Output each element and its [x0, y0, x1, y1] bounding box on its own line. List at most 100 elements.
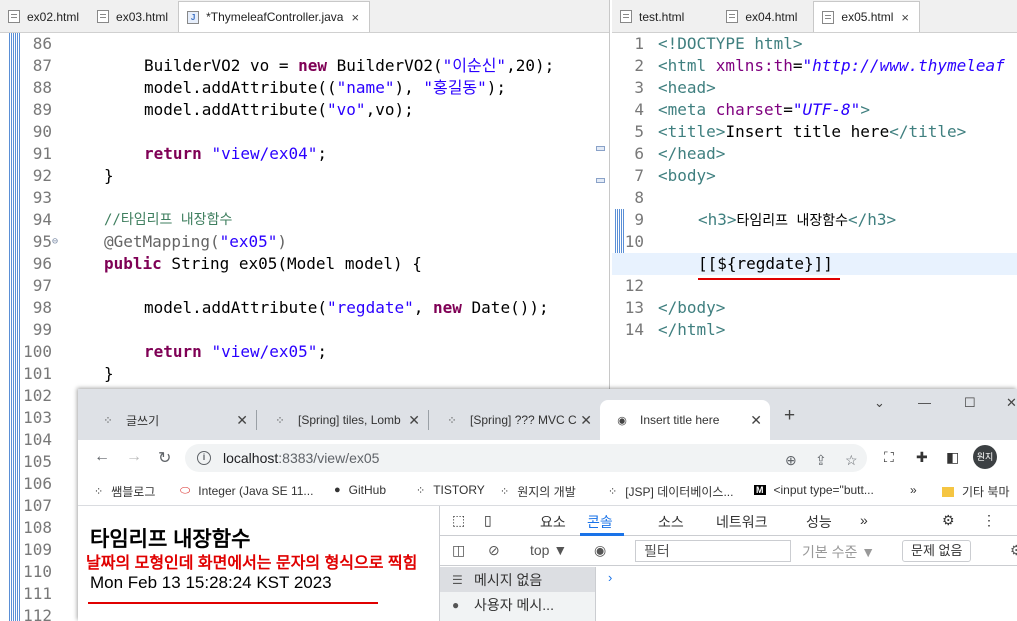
- url-path: :8383/view/ex05: [278, 450, 380, 466]
- extensions-icon[interactable]: ✚: [916, 449, 928, 466]
- minimize-icon[interactable]: —: [918, 395, 931, 410]
- close-icon[interactable]: ✕: [580, 412, 592, 429]
- devtools-panel[interactable]: ⬚ ▯ 요소 콘솔 소스 네트워크 성능 » ⚙ ⋮ ◫ ⊘ top ▼ ◉ 필…: [439, 506, 1017, 621]
- sidebar-toggle-icon[interactable]: ◫: [452, 542, 465, 559]
- code-line-2: <html xmlns:th="http://www.thymeleaf: [658, 56, 1005, 75]
- browser-tab-label: Insert title here: [640, 413, 720, 427]
- overview-ruler-mark[interactable]: [596, 146, 605, 151]
- close-icon[interactable]: ×: [901, 10, 909, 25]
- close-icon[interactable]: ×: [351, 10, 359, 25]
- close-icon[interactable]: ✕: [750, 412, 762, 429]
- devtools-tab-elements[interactable]: 요소: [540, 512, 566, 532]
- java-editor-tabbar: ex02.html ex03.html J *ThymeleafControlle…: [0, 0, 609, 33]
- console-filter-input[interactable]: 필터: [635, 540, 791, 562]
- code-line-87: BuilderVO2 vo = new BuilderVO2("이순신",20)…: [144, 56, 555, 75]
- code-line-11: [[${regdate}]]: [698, 254, 833, 273]
- devtools-tab-network[interactable]: 네트워크: [716, 512, 768, 532]
- bookmark-item[interactable]: M <input type="butt...: [754, 483, 874, 497]
- code-line-4: <meta charset="UTF-8">: [658, 100, 870, 119]
- browser-tab-spring-tiles[interactable]: ⁘ [Spring] tiles, Lomb ✕: [258, 400, 429, 440]
- tab-ex05-html[interactable]: ex05.html ×: [813, 1, 921, 32]
- bookmarks-bar: ⁘ 쌤블로그 ⬭ Integer (Java SE 11... ● GitHub ⁘ T…: [78, 476, 1017, 506]
- browser-tab-write[interactable]: ⁘ 글쓰기 ✕: [86, 400, 257, 440]
- code-line-100: return "view/ex05";: [144, 342, 328, 361]
- bookmark-item[interactable]: ● GitHub: [334, 483, 386, 497]
- java-file-icon: J: [187, 10, 200, 24]
- inspect-icon[interactable]: ⬚: [452, 512, 465, 529]
- bookmarks-overflow-button[interactable]: »: [910, 483, 917, 497]
- code-line-95: @GetMapping("ex05"): [104, 232, 288, 251]
- code-line-3: <head>: [658, 78, 716, 97]
- sidebar-item-user-messages[interactable]: ● 사용자 메시...: [440, 592, 595, 617]
- back-icon[interactable]: ←: [94, 448, 110, 466]
- tab-ex03-html[interactable]: ex03.html: [89, 1, 178, 32]
- maximize-icon[interactable]: ☐: [964, 395, 976, 411]
- cast-icon[interactable]: ⛶: [884, 449, 894, 466]
- bookmark-label: 원지의 개발: [517, 485, 576, 499]
- tab-divider: [428, 410, 429, 430]
- console-prompt[interactable]: ›: [608, 570, 612, 585]
- address-bar[interactable]: i localhost:8383/view/ex05 ⊕ ⇪ ☆: [185, 444, 867, 472]
- clear-console-icon[interactable]: ⊘: [488, 542, 500, 559]
- other-bookmarks[interactable]: 기타 북마: [942, 483, 1010, 500]
- side-panel-icon[interactable]: ◧: [946, 449, 959, 466]
- close-icon[interactable]: ✕: [408, 412, 420, 429]
- code-line-88: model.addAttribute(("name"), "홍길동");: [144, 78, 507, 97]
- more-tabs-button[interactable]: »: [860, 512, 868, 528]
- blog-icon: ⁘: [608, 486, 618, 498]
- tab-test-html[interactable]: test.html: [612, 1, 694, 32]
- close-icon[interactable]: ✕: [236, 412, 248, 429]
- sidebar-item-label: 메시지 없음: [474, 571, 543, 588]
- bookmark-item[interactable]: ⁘ [JSP] 데이터베이스...: [608, 483, 733, 500]
- mdn-icon: M: [754, 485, 766, 495]
- file-icon: [620, 10, 632, 23]
- file-icon: [726, 10, 739, 23]
- bookmark-label: 쌤블로그: [111, 485, 156, 499]
- avatar[interactable]: 원지: [973, 445, 997, 469]
- tab-ex02-html[interactable]: ex02.html: [0, 1, 89, 32]
- bookmark-item[interactable]: ⁘ 원지의 개발: [500, 483, 576, 500]
- devtools-tab-sources[interactable]: 소스: [658, 512, 684, 532]
- reload-icon[interactable]: ↻: [158, 448, 171, 468]
- line-number-row: 90: [0, 121, 609, 143]
- bookmark-item[interactable]: ⁘ TISTORY: [416, 483, 485, 497]
- line-number: 112: [23, 606, 52, 621]
- sidebar-item-messages[interactable]: ☰ 메시지 없음: [440, 567, 595, 592]
- tab-thymeleaf-controller[interactable]: J *ThymeleafController.java ×: [178, 1, 371, 32]
- new-tab-button[interactable]: +: [784, 405, 795, 427]
- device-toggle-icon[interactable]: ▯: [484, 512, 492, 529]
- url-host: localhost: [223, 450, 279, 466]
- bookmark-star-icon[interactable]: ☆: [845, 452, 858, 469]
- eye-icon[interactable]: ◉: [594, 542, 606, 559]
- zoom-icon[interactable]: ⊕: [785, 452, 797, 469]
- bookmark-item[interactable]: ⁘ 쌤블로그: [94, 483, 155, 500]
- browser-tab-insert-title[interactable]: ◉ Insert title here ✕: [600, 400, 770, 440]
- code-line-6: </head>: [658, 144, 726, 163]
- share-icon[interactable]: ⇪: [815, 452, 827, 469]
- overview-ruler-mark[interactable]: [596, 178, 605, 183]
- console-sidebar: ☰ 메시지 없음 ● 사용자 메시...: [440, 567, 596, 621]
- kebab-menu-icon[interactable]: ⋮: [982, 512, 996, 529]
- devtools-tab-console[interactable]: 콘솔: [587, 512, 613, 532]
- browser-tab-spring-mvc[interactable]: ⁘ [Spring] ??? MVC C ✕: [430, 400, 600, 440]
- issues-button[interactable]: 문제 없음: [902, 540, 972, 562]
- gear-icon[interactable]: ⚙: [942, 512, 955, 529]
- fold-toggle[interactable]: ⊖: [52, 231, 58, 253]
- forward-icon[interactable]: →: [126, 448, 142, 466]
- rendered-date-text: Mon Feb 13 15:28:24 KST 2023: [90, 573, 332, 592]
- line-number: 108: [23, 518, 52, 537]
- gear-icon[interactable]: ⚙: [1010, 542, 1017, 559]
- bookmark-item[interactable]: ⬭ Integer (Java SE 11...: [180, 483, 313, 498]
- devtools-tab-performance[interactable]: 성능: [806, 512, 832, 532]
- code-line-5: <title>Insert title here</title>: [658, 122, 967, 141]
- info-icon[interactable]: i: [197, 451, 211, 465]
- chevron-down-icon[interactable]: ⌄: [874, 395, 885, 411]
- line-number: 102: [23, 386, 52, 405]
- blog-icon: ⁘: [275, 414, 285, 427]
- context-selector[interactable]: top ▼: [530, 542, 567, 558]
- tab-ex04-html[interactable]: ex04.html: [718, 1, 807, 32]
- code-line-1: <!DOCTYPE html>: [658, 34, 803, 53]
- log-level-selector[interactable]: 기본 수준 ▼: [802, 542, 875, 562]
- chrome-window[interactable]: ⁘ 글쓰기 ✕ ⁘ [Spring] tiles, Lomb ✕ ⁘ [Spring] ?…: [78, 389, 1017, 621]
- window-close-icon[interactable]: ✕: [1006, 395, 1017, 411]
